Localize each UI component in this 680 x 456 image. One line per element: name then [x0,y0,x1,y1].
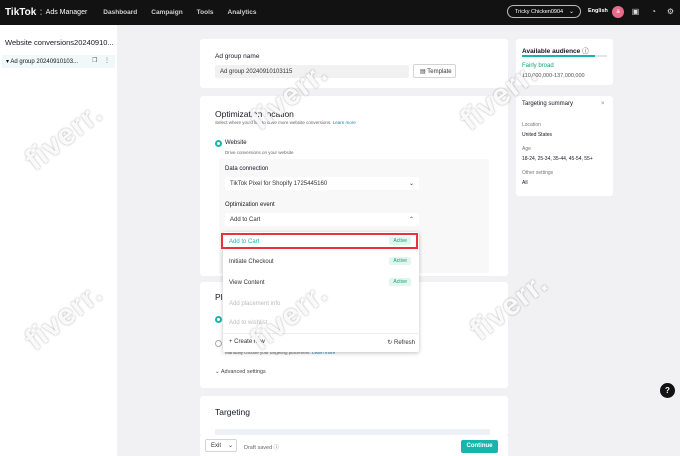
summary-title: Targeting summary [522,101,574,107]
close-icon[interactable]: × [601,101,605,107]
nav-tools[interactable]: Tools [197,9,214,16]
other-settings-value: All [522,180,528,186]
logo-text: TikTok [5,7,37,18]
info-icon[interactable]: ⓘ [274,445,280,451]
data-connection-value: TikTok Pixel for Shopify 1725445160 [230,181,328,187]
targeting-card: Targeting [200,396,508,436]
tiktok-logo[interactable]: TikTok : Ads Manager [5,7,87,18]
continue-button[interactable]: Continue [461,440,498,453]
location-value: United States [522,132,553,138]
option-label: View Content [229,280,265,286]
create-new-button[interactable]: + Create new [229,339,265,345]
option-label: Add to wishlist [229,320,268,326]
campaign-sidebar: Website conversions20240910... ▾ Ad grou… [0,25,117,456]
option-view-content[interactable]: View Content Active [223,274,419,292]
learn-more-link[interactable]: Learn more [333,120,356,125]
refresh-icon: ↻ [387,340,394,346]
create-new-label: Create new [234,339,265,345]
dropdown-divider [223,333,419,334]
account-name: Tricky Chicken0904 [515,9,564,15]
highlight-box [221,233,418,249]
sidebar-item-adgroup[interactable]: ▾ Ad group 20240910103... ❐ ⋮ [2,55,115,68]
data-connection-select[interactable]: TikTok Pixel for Shopify 1725445160 ⌄ [225,177,419,190]
option-add-wishlist[interactable]: Add to wishlist [223,314,419,332]
nav-analytics[interactable]: Analytics [228,9,257,16]
template-label: Template [427,69,452,75]
logo-separator: : [39,7,43,18]
optimization-event-value: Add to Cart [230,217,261,223]
caret-icon: ▾ [6,59,10,65]
draft-text: Draft saved [244,445,273,451]
chevron-up-icon: ⌃ [408,217,414,223]
help-icon[interactable]: ? [660,383,675,398]
adgroup-name-card: Ad group name Ad group 20240910103115 ▤ … [200,39,508,88]
campaign-title[interactable]: Website conversions20240910... [5,38,114,47]
website-label: Website [225,140,247,146]
advanced-settings-toggle[interactable]: ⌄ Advanced settings [215,369,266,375]
nav-campaign[interactable]: Campaign [151,9,182,16]
option-add-placement[interactable]: Add placement info [223,295,419,313]
optimization-subtitle-text: Select where you'd like to drive more we… [215,120,332,125]
optimization-subtitle: Select where you'd like to drive more we… [215,120,356,125]
placement-auto-radio[interactable] [215,316,222,323]
optimization-title: Optimization location [215,109,294,119]
targeting-summary-card: Targeting summary × Location United Stat… [516,96,613,196]
option-label: Initiate Checkout [229,259,274,265]
website-radio[interactable] [215,140,222,147]
optimization-event-label: Optimization event [225,202,275,208]
status-badge: Active [389,257,411,265]
template-button[interactable]: ▤ Template [413,64,456,78]
option-initiate-checkout[interactable]: Initiate Checkout Active [223,253,419,271]
audience-meter [522,55,607,57]
audience-title: Available audience ⓘ [522,45,589,55]
account-selector[interactable]: Tricky Chicken0904 ⌄ [507,5,581,18]
chevron-down-icon: ⌄ [227,443,233,449]
audience-meter-fill [522,55,596,57]
language-selector[interactable]: English [588,8,608,14]
other-settings-label: Other settings [522,170,554,176]
briefcase-icon[interactable]: ▣ [630,6,641,17]
website-desc: Drive conversions on your website [225,150,294,155]
option-label: Add placement info [229,301,281,307]
draft-status: Draft saved ⓘ [244,443,279,451]
audience-card: Available audience ⓘ Fairly broad 110,00… [516,39,613,85]
settings-icon[interactable]: ⚙ [665,6,676,17]
refresh-label: Refresh [393,340,415,346]
info-icon[interactable]: ⓘ [582,48,589,55]
targeting-panel [215,429,490,435]
adgroup-name-input[interactable]: Ad group 20240910103115 [215,65,409,78]
refresh-button[interactable]: ↻ Refresh [387,339,415,346]
audience-status: Fairly broad [522,63,554,69]
bell-icon[interactable]: ◔ [648,6,659,17]
product-name: Ads Manager [45,9,88,16]
location-label: Location [522,122,541,128]
audience-range: 110,000,000-137,000,000 [522,73,585,79]
audience-title-text: Available audience [522,48,581,55]
exit-button[interactable]: Exit ⌄ [205,439,237,452]
advanced-settings-label: Advanced settings [220,369,266,375]
top-navigation-bar: TikTok : Ads Manager Dashboard Campaign … [0,0,680,25]
age-value: 18-24, 25-34, 35-44, 45-54, 55+ [522,156,593,162]
sidebar-item-label: Ad group 20240910103... [10,59,79,65]
chevron-down-icon: ⌄ [408,181,414,187]
copy-icon[interactable]: ❐ [92,57,97,64]
main-nav: Dashboard Campaign Tools Analytics [103,9,256,16]
status-badge: Active [389,278,411,286]
chevron-down-icon: ⌄ [568,9,574,15]
age-label: Age [522,146,531,152]
targeting-title: Targeting [215,407,250,417]
optimization-event-dropdown: Add to Cart Active Initiate Checkout Act… [221,232,419,352]
optimization-event-select[interactable]: Add to Cart ⌃ [225,213,419,226]
adgroup-name-label: Ad group name [215,53,260,60]
more-icon[interactable]: ⋮ [104,57,110,64]
nav-dashboard[interactable]: Dashboard [103,9,137,16]
exit-label: Exit [211,443,222,449]
data-connection-label: Data connection [225,166,269,172]
placement-manual-radio[interactable] [215,340,222,347]
avatar[interactable]: a [612,6,624,18]
